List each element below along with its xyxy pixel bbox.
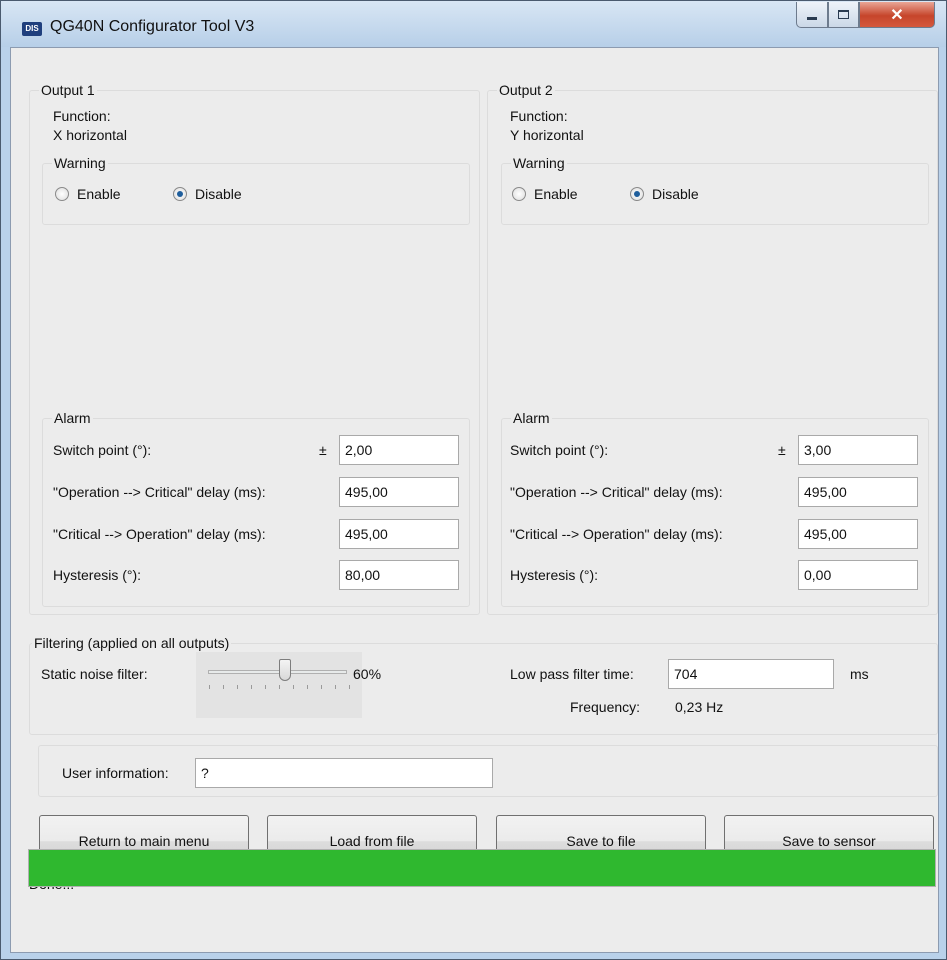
output1-function-label: Function: <box>53 108 111 124</box>
output1-warning-disable-label[interactable]: Disable <box>195 186 242 202</box>
output1-crit-to-op-input[interactable]: 495,00 <box>339 519 459 549</box>
static-noise-filter-value: 60% <box>353 666 382 682</box>
output2-warning-disable-label[interactable]: Disable <box>652 186 699 202</box>
progress-bar-fill <box>29 850 935 886</box>
title-bar[interactable]: DIS QG40N Configurator Tool V3 ✕ <box>1 1 946 47</box>
user-info-input[interactable]: ? <box>195 758 493 788</box>
static-noise-slider-thumb[interactable] <box>279 659 291 681</box>
output2-title: Output 2 <box>497 82 555 98</box>
output1-warning-title: Warning <box>52 155 108 171</box>
output2-warning-title: Warning <box>511 155 567 171</box>
low-pass-filter-label: Low pass filter time: <box>510 666 634 682</box>
output2-plus-minus: ± <box>778 442 786 458</box>
output1-plus-minus: ± <box>319 442 327 458</box>
filtering-group: Filtering (applied on all outputs) <box>29 635 938 735</box>
output1-crit-to-op-label: "Critical --> Operation" delay (ms): <box>53 526 266 542</box>
output1-title: Output 1 <box>39 82 97 98</box>
output1-hysteresis-input[interactable]: 80,00 <box>339 560 459 590</box>
output2-hysteresis-label: Hysteresis (°): <box>510 567 599 583</box>
output2-function-label: Function: <box>510 108 568 124</box>
progress-bar <box>28 849 936 887</box>
low-pass-filter-unit: ms <box>850 666 869 682</box>
output2-warning-disable-radio[interactable] <box>630 187 644 201</box>
static-noise-filter-label: Static noise filter: <box>41 666 148 682</box>
filtering-title: Filtering (applied on all outputs) <box>32 635 232 651</box>
output2-function-value: Y horizontal <box>510 127 584 143</box>
maximize-icon <box>838 10 849 19</box>
output2-op-to-crit-input[interactable]: 495,00 <box>798 477 918 507</box>
static-noise-slider-ticks <box>201 685 361 689</box>
output1-warning-enable-radio[interactable] <box>55 187 69 201</box>
frequency-value: 0,23 Hz <box>675 699 724 715</box>
maximize-button[interactable] <box>828 2 859 28</box>
user-info-label: User information: <box>62 765 169 781</box>
close-icon: ✕ <box>890 6 904 24</box>
output2-switch-point-label: Switch point (°): <box>510 442 609 458</box>
output1-switch-point-input[interactable]: 2,00 <box>339 435 459 465</box>
static-noise-slider-track[interactable] <box>208 670 347 674</box>
output2-switch-point-input[interactable]: 3,00 <box>798 435 918 465</box>
output1-op-to-crit-input[interactable]: 495,00 <box>339 477 459 507</box>
output1-function-value: X horizontal <box>53 127 127 143</box>
output2-op-to-crit-label: "Operation --> Critical" delay (ms): <box>510 484 723 500</box>
window-title: QG40N Configurator Tool V3 <box>50 18 255 35</box>
minimize-button[interactable] <box>796 2 828 28</box>
output1-warning-disable-radio[interactable] <box>173 187 187 201</box>
app-window: DIS QG40N Configurator Tool V3 ✕ Output … <box>0 0 947 960</box>
app-logo-icon: DIS <box>22 22 42 36</box>
output1-hysteresis-label: Hysteresis (°): <box>53 567 142 583</box>
output1-warning-enable-label[interactable]: Enable <box>77 186 121 202</box>
output2-warning-enable-label[interactable]: Enable <box>534 186 578 202</box>
output2-hysteresis-input[interactable]: 0,00 <box>798 560 918 590</box>
output2-crit-to-op-label: "Critical --> Operation" delay (ms): <box>510 526 723 542</box>
output2-alarm-title: Alarm <box>511 410 552 426</box>
output1-switch-point-label: Switch point (°): <box>53 442 152 458</box>
output2-warning-enable-radio[interactable] <box>512 187 526 201</box>
minimize-icon <box>807 17 817 20</box>
output2-crit-to-op-input[interactable]: 495,00 <box>798 519 918 549</box>
client-area: Output 1 Function: X horizontal Warning … <box>10 47 939 953</box>
output1-op-to-crit-label: "Operation --> Critical" delay (ms): <box>53 484 266 500</box>
low-pass-filter-input[interactable]: 704 <box>668 659 834 689</box>
close-button[interactable]: ✕ <box>859 2 935 28</box>
output1-alarm-title: Alarm <box>52 410 93 426</box>
frequency-label: Frequency: <box>570 699 641 715</box>
